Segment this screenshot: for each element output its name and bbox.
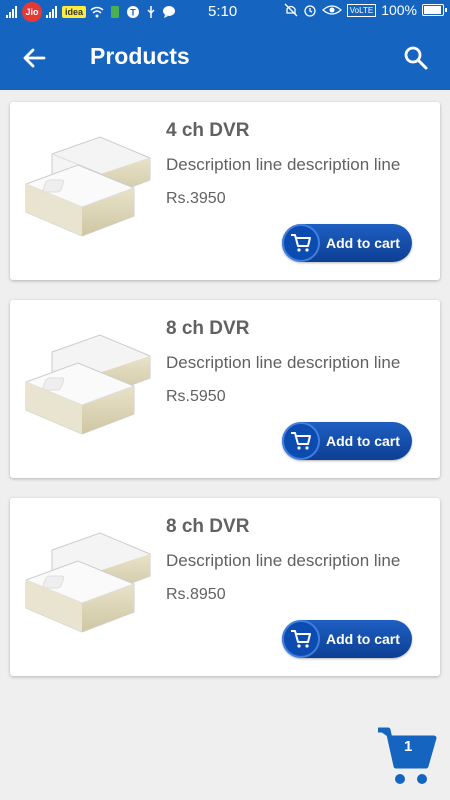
product-price: Rs.5950	[166, 388, 226, 405]
eye-icon	[321, 3, 342, 17]
usb-icon	[144, 5, 158, 19]
product-description: Description line description line	[166, 353, 401, 372]
svg-text:T: T	[130, 8, 136, 18]
volte-badge: VoLTE	[346, 3, 377, 17]
add-to-cart-label: Add to cart	[326, 433, 400, 449]
cart-icon	[282, 224, 320, 262]
add-to-cart-button[interactable]: Add to cart	[282, 422, 412, 460]
cart-icon	[282, 422, 320, 460]
dvr-product-image	[25, 532, 151, 633]
product-card[interactable]: 4 ch DVR Description line description li…	[10, 102, 440, 280]
product-price: Rs.3950	[166, 190, 226, 207]
product-card[interactable]: 8 ch DVR Description line description li…	[10, 498, 440, 676]
jio-carrier-badge: Jio	[22, 2, 42, 22]
product-name: 4 ch DVR	[166, 120, 250, 141]
add-to-cart-button[interactable]: Add to cart	[282, 620, 412, 658]
mute-icon	[284, 3, 298, 17]
cart-button[interactable]: 1	[376, 726, 438, 788]
battery-percent: 100%	[381, 2, 417, 18]
idea-carrier-badge: idea	[62, 6, 87, 18]
back-button[interactable]	[20, 44, 48, 72]
alarm-icon	[303, 3, 317, 17]
battery-icon	[422, 4, 447, 16]
dvr-product-image	[25, 136, 151, 237]
signal-icon	[6, 6, 18, 18]
status-bar: Jio idea T 5:10 VoLTE 100%	[0, 0, 450, 24]
wifi-icon	[90, 5, 104, 19]
status-time: 5:10	[208, 3, 238, 20]
status-right: VoLTE 100%	[284, 2, 447, 18]
product-description: Description line description line	[166, 155, 401, 174]
battery-saver-icon	[108, 5, 122, 19]
product-name: 8 ch DVR	[166, 516, 250, 537]
dvr-product-image	[25, 334, 151, 435]
page-title: Products	[90, 43, 190, 69]
product-name: 8 ch DVR	[166, 318, 250, 339]
status-left: Jio idea T	[6, 2, 176, 22]
add-to-cart-label: Add to cart	[326, 631, 400, 647]
product-card[interactable]: 8 ch DVR Description line description li…	[10, 300, 440, 478]
arrow-left-icon	[23, 48, 46, 68]
cart-count-badge: 1	[404, 738, 413, 755]
product-description: Description line description line	[166, 551, 401, 570]
add-to-cart-label: Add to cart	[326, 235, 400, 251]
product-price: Rs.8950	[166, 586, 226, 603]
signal-icon	[46, 6, 58, 18]
app-bar: Products	[0, 24, 450, 90]
chat-icon	[162, 5, 176, 19]
notification-t-icon: T	[126, 5, 140, 19]
add-to-cart-button[interactable]: Add to cart	[282, 224, 412, 262]
search-button[interactable]	[402, 44, 430, 72]
search-icon	[404, 46, 428, 70]
product-list: 4 ch DVR Description line description li…	[10, 102, 440, 696]
shopping-cart-icon	[378, 727, 437, 784]
cart-icon	[282, 620, 320, 658]
